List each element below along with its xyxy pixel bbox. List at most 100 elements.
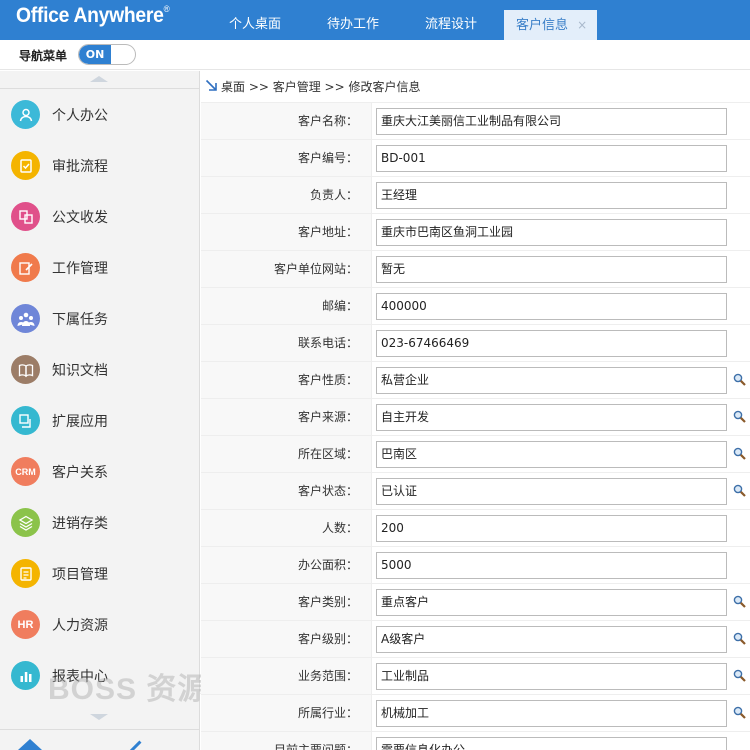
field-input[interactable]: 重庆大江美丽信工业制品有限公司 xyxy=(376,108,727,135)
sidebar-item-subordinate-tasks[interactable]: 下属任务 xyxy=(0,293,199,344)
search-icon[interactable] xyxy=(733,595,746,608)
crm-icon: CRM xyxy=(11,457,40,486)
sidebar-menu: 个人办公 审批流程 公文收发 工作管理 下属任务 知识文档 扩展应用 CRM 客… xyxy=(0,89,199,701)
search-icon[interactable] xyxy=(733,447,746,460)
customer-edit-form: 客户名称： 重庆大江美丽信工业制品有限公司 客户编号： BD-001 负责人： 王经理 客户… xyxy=(201,103,750,750)
home-icon[interactable] xyxy=(18,739,42,750)
sidebar-item-extensions[interactable]: 扩展应用 xyxy=(0,395,199,446)
form-row: 客户地址： 重庆市巴南区鱼洞工业园 xyxy=(201,214,750,251)
field-input[interactable]: 暂无 xyxy=(376,256,727,283)
field-input[interactable]: 需要信息化办公 xyxy=(376,737,727,750)
field-value-cell: 需要信息化办公 xyxy=(372,732,750,750)
report-chart-icon xyxy=(11,661,40,690)
field-value-cell: 工业制品 xyxy=(372,658,750,694)
sidebar-item-report-center[interactable]: 报表中心 xyxy=(0,650,199,701)
field-label: 所在区域： xyxy=(201,436,372,472)
sidebar-item-knowledge-docs[interactable]: 知识文档 xyxy=(0,344,199,395)
field-label: 客户状态： xyxy=(201,473,372,509)
sidebar-item-label: 个人办公 xyxy=(52,107,108,124)
field-input[interactable]: 200 xyxy=(376,515,727,542)
form-row: 客户编号： BD-001 xyxy=(201,140,750,177)
field-label: 所属行业： xyxy=(201,695,372,731)
sidebar-item-label: 工作管理 xyxy=(52,260,108,277)
field-label: 业务范围： xyxy=(201,658,372,694)
field-value-cell: BD-001 xyxy=(372,140,750,176)
tab-label: 待办工作 xyxy=(327,17,380,32)
search-icon[interactable] xyxy=(733,373,746,386)
tab-close-icon[interactable]: × xyxy=(577,18,587,32)
field-input[interactable]: 自主开发 xyxy=(376,404,727,431)
tab-personal-desktop[interactable]: 个人桌面 xyxy=(208,10,302,40)
form-row: 客户级别： A级客户 xyxy=(201,621,750,658)
sidebar-item-human-resources[interactable]: HR 人力资源 xyxy=(0,599,199,650)
field-value-cell: 023-67466469 xyxy=(372,325,750,361)
field-label: 办公面积： xyxy=(201,547,372,583)
breadcrumb-text: 桌面 >> 客户管理 >> 修改客户信息 xyxy=(221,80,421,94)
field-label: 客户性质： xyxy=(201,362,372,398)
field-value-cell: 400000 xyxy=(372,288,750,324)
search-icon[interactable] xyxy=(733,632,746,645)
edit-icon[interactable] xyxy=(124,735,142,750)
form-row: 目前主要问题： 需要信息化办公 xyxy=(201,732,750,750)
search-icon[interactable] xyxy=(733,669,746,682)
field-input[interactable]: 机械加工 xyxy=(376,700,727,727)
field-input[interactable]: 5000 xyxy=(376,552,727,579)
sidebar-item-approval[interactable]: 审批流程 xyxy=(0,140,199,191)
form-row: 客户名称： 重庆大江美丽信工业制品有限公司 xyxy=(201,103,750,140)
divider xyxy=(0,729,199,730)
nav-toggle-bar: 导航菜单 ON xyxy=(0,40,750,70)
field-label: 客户级别： xyxy=(201,621,372,657)
search-icon[interactable] xyxy=(733,410,746,423)
tab-pending-work[interactable]: 待办工作 xyxy=(306,10,400,40)
sidebar-item-customer-relations[interactable]: CRM 客户关系 xyxy=(0,446,199,497)
scroll-up-arrow-icon[interactable] xyxy=(90,76,108,82)
logo-text: Office Anywhere xyxy=(16,4,164,27)
hr-icon: HR xyxy=(11,610,40,639)
field-input[interactable]: BD-001 xyxy=(376,145,727,172)
field-input[interactable]: A级客户 xyxy=(376,626,727,653)
form-row: 联系电话： 023-67466469 xyxy=(201,325,750,362)
form-row: 客户类别： 重点客户 xyxy=(201,584,750,621)
nav-menu-toggle[interactable]: ON xyxy=(78,44,136,65)
form-row: 负责人： 王经理 xyxy=(201,177,750,214)
top-header: Office Anywhere® 个人桌面 待办工作 流程设计 客户信息 × xyxy=(0,0,750,40)
sidebar-item-label: 项目管理 xyxy=(52,566,108,583)
field-value-cell: A级客户 xyxy=(372,621,750,657)
field-input[interactable]: 重点客户 xyxy=(376,589,727,616)
field-label: 联系电话： xyxy=(201,325,372,361)
sidebar-item-documents[interactable]: 公文收发 xyxy=(0,191,199,242)
field-input[interactable]: 巴南区 xyxy=(376,441,727,468)
field-input[interactable]: 已认证 xyxy=(376,478,727,505)
app-logo[interactable]: Office Anywhere® xyxy=(16,4,170,28)
field-value-cell: 已认证 xyxy=(372,473,750,509)
field-value-cell: 重庆大江美丽信工业制品有限公司 xyxy=(372,103,750,139)
form-row: 业务范围： 工业制品 xyxy=(201,658,750,695)
extension-icon xyxy=(11,406,40,435)
field-input[interactable]: 400000 xyxy=(376,293,727,320)
team-icon xyxy=(11,304,40,333)
sidebar-item-label: 报表中心 xyxy=(52,668,108,685)
search-icon[interactable] xyxy=(733,706,746,719)
tab-workflow-design[interactable]: 流程设计 xyxy=(404,10,498,40)
field-label: 客户单位网站： xyxy=(201,251,372,287)
form-row: 邮编： 400000 xyxy=(201,288,750,325)
work-edit-icon xyxy=(11,253,40,282)
sidebar-item-label: 客户关系 xyxy=(52,464,108,481)
sidebar-item-work-management[interactable]: 工作管理 xyxy=(0,242,199,293)
field-input[interactable]: 私营企业 xyxy=(376,367,727,394)
scroll-down-arrow-icon[interactable] xyxy=(90,714,108,720)
sidebar-item-project-management[interactable]: 项目管理 xyxy=(0,548,199,599)
sidebar-item-personal-office[interactable]: 个人办公 xyxy=(0,89,199,140)
search-icon[interactable] xyxy=(733,484,746,497)
field-label: 客户类别： xyxy=(201,584,372,620)
field-input[interactable]: 王经理 xyxy=(376,182,727,209)
field-input[interactable]: 重庆市巴南区鱼洞工业园 xyxy=(376,219,727,246)
form-row: 办公面积： 5000 xyxy=(201,547,750,584)
field-label: 客户来源： xyxy=(201,399,372,435)
project-icon xyxy=(11,559,40,588)
field-input[interactable]: 023-67466469 xyxy=(376,330,727,357)
sidebar-item-inventory[interactable]: 进销存类 xyxy=(0,497,199,548)
sidebar-item-label: 扩展应用 xyxy=(52,413,108,430)
field-input[interactable]: 工业制品 xyxy=(376,663,727,690)
tab-customer-info[interactable]: 客户信息 × xyxy=(504,10,598,40)
